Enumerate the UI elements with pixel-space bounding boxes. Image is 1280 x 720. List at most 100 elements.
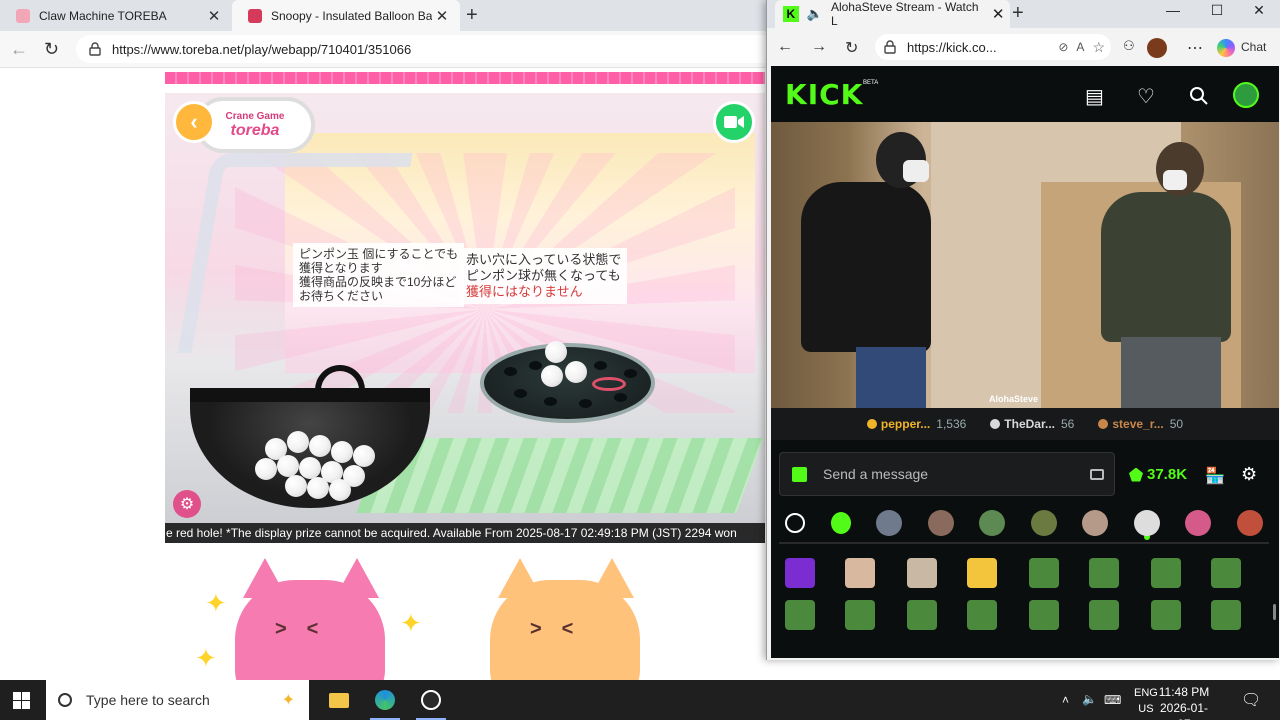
- language-indicator[interactable]: ENG US: [1134, 685, 1158, 717]
- forward-arrow-icon[interactable]: →: [811, 38, 827, 56]
- channel-emote-tab-selected[interactable]: [1133, 510, 1160, 536]
- ping-pong-ball: [277, 455, 299, 477]
- emote[interactable]: [1089, 600, 1119, 630]
- file-explorer-icon[interactable]: [316, 680, 362, 720]
- kicks-gem-icon: [1129, 467, 1143, 482]
- extensions-icon[interactable]: ⚇: [1123, 38, 1135, 54]
- more-menu-icon[interactable]: ⋯: [1187, 38, 1203, 58]
- emote[interactable]: [1211, 558, 1241, 588]
- emote[interactable]: [907, 600, 937, 630]
- volume-icon[interactable]: 🔈: [1082, 692, 1097, 706]
- address-bar[interactable]: https://www.toreba.net/play/webapp/71040…: [76, 35, 776, 63]
- emote[interactable]: [1029, 600, 1059, 630]
- emote[interactable]: [1211, 600, 1241, 630]
- emote[interactable]: [967, 600, 997, 630]
- pink-cat-mascot: ><: [235, 558, 385, 680]
- user-avatar[interactable]: [1233, 82, 1259, 108]
- archive-icon[interactable]: ▤: [1085, 84, 1104, 109]
- kick-emotes-icon[interactable]: [830, 512, 851, 534]
- windows-start-icon[interactable]: [13, 692, 30, 709]
- tab-snoopy[interactable]: Snoopy - Insulated Balloon Bag S ✕: [232, 0, 460, 31]
- cat-mascots-banner: ✦ ✦ ✦ >< ><: [165, 548, 765, 680]
- tab-claw-machine[interactable]: Claw Machine TOREBA ✕: [0, 0, 232, 31]
- keyboard-icon[interactable]: ⌨: [1104, 693, 1121, 707]
- emote[interactable]: [1089, 558, 1119, 588]
- tab-kick-stream[interactable]: K 🔈 AlohaSteve Stream - Watch L ✕: [775, 0, 1010, 28]
- emote[interactable]: [845, 558, 875, 588]
- channel-emote-tab[interactable]: [979, 510, 1006, 536]
- edge-icon[interactable]: [362, 680, 408, 720]
- emote[interactable]: [907, 558, 937, 588]
- close-tab-icon[interactable]: ✕: [986, 5, 1010, 23]
- channel-emote-tab[interactable]: [876, 510, 903, 536]
- emote[interactable]: [967, 558, 997, 588]
- ping-pong-ball: [353, 445, 375, 467]
- read-aloud-icon[interactable]: A: [1076, 40, 1084, 54]
- back-arrow-icon[interactable]: ←: [10, 39, 28, 60]
- maximize-icon[interactable]: ☐: [1195, 2, 1239, 19]
- emote-scrollbar[interactable]: [1273, 604, 1276, 620]
- cat-ear: [590, 558, 634, 598]
- channel-emote-tab[interactable]: [1082, 510, 1109, 536]
- address-bar[interactable]: https://kick.co... ⊘ A ☆: [875, 34, 1111, 60]
- leaderboard-entry[interactable]: steve_r... 50: [1098, 417, 1183, 431]
- speaker-icon[interactable]: 🔈: [807, 6, 823, 22]
- plate-hole: [529, 361, 542, 370]
- copilot-icon[interactable]: [1217, 39, 1235, 57]
- ping-pong-ball: [299, 457, 321, 479]
- search-icon[interactable]: [1189, 86, 1209, 106]
- channel-emote-tab[interactable]: [1236, 510, 1263, 536]
- favorite-star-icon[interactable]: ☆: [1092, 39, 1105, 56]
- kicks-balance[interactable]: 37.8K: [1129, 466, 1187, 483]
- emote[interactable]: [1151, 600, 1181, 630]
- emote-picker-icon[interactable]: [1090, 468, 1104, 480]
- store-icon[interactable]: 🏪: [1205, 466, 1225, 486]
- settings-button[interactable]: ⚙: [173, 490, 201, 518]
- emote[interactable]: [785, 558, 815, 588]
- chat-settings-icon[interactable]: ⚙: [1241, 464, 1257, 485]
- minimize-icon[interactable]: —: [1151, 2, 1195, 18]
- gift-icon[interactable]: [792, 466, 807, 482]
- emote[interactable]: [785, 600, 815, 630]
- chat-input[interactable]: Send a message: [779, 452, 1115, 496]
- new-tab-icon[interactable]: +: [1012, 2, 1024, 25]
- camera-switch-button[interactable]: [713, 101, 755, 143]
- cat-face: ><: [530, 618, 594, 640]
- close-tab-icon[interactable]: ✕: [432, 7, 452, 25]
- gold-badge-icon: [866, 419, 877, 429]
- leaderboard-entry[interactable]: pepper... 1,536: [866, 417, 967, 431]
- reload-icon[interactable]: ↻: [44, 39, 59, 60]
- new-tab-icon[interactable]: +: [466, 4, 478, 27]
- back-button[interactable]: ‹: [173, 101, 215, 143]
- heart-icon[interactable]: ♡: [1137, 84, 1155, 109]
- cat-ear: [335, 558, 379, 598]
- channel-emote-tab[interactable]: [1185, 510, 1212, 536]
- ping-pong-ball: [331, 441, 353, 463]
- tray-chevron-up-icon[interactable]: ˄: [1062, 693, 1069, 707]
- emote[interactable]: [845, 600, 875, 630]
- kick-logo[interactable]: KICK: [785, 78, 863, 111]
- recent-emotes-icon[interactable]: [785, 513, 805, 533]
- notification-icon[interactable]: 🗨: [1241, 690, 1261, 710]
- kick-video-player[interactable]: AlohaSteve: [771, 122, 1279, 408]
- channel-emote-tab[interactable]: [927, 510, 954, 536]
- emote[interactable]: [1151, 558, 1181, 588]
- channel-emote-tab[interactable]: [1030, 510, 1057, 536]
- profile-avatar[interactable]: [1147, 38, 1167, 58]
- kicks-count: 37.8K: [1147, 466, 1188, 483]
- tracking-prevention-icon[interactable]: ⊘: [1058, 40, 1068, 54]
- emote[interactable]: [1029, 558, 1059, 588]
- close-window-icon[interactable]: ✕: [1237, 2, 1280, 19]
- chat-button[interactable]: Chat: [1241, 40, 1266, 54]
- ping-pong-ball: [329, 479, 351, 501]
- reload-icon[interactable]: ↻: [845, 38, 858, 58]
- leader-count: 1,536: [936, 417, 967, 431]
- obs-icon[interactable]: [408, 680, 454, 720]
- back-arrow-icon[interactable]: ←: [777, 38, 793, 56]
- taskbar-search[interactable]: Type here to search ✦: [46, 680, 309, 720]
- clock[interactable]: 11:48 PM 2026-01-07: [1156, 684, 1212, 720]
- close-tab-icon[interactable]: ✕: [204, 7, 224, 25]
- leaderboard-entry[interactable]: TheDar... 56: [990, 417, 1074, 431]
- emote-category-tabs: [779, 504, 1269, 544]
- chat-placeholder: Send a message: [823, 466, 929, 482]
